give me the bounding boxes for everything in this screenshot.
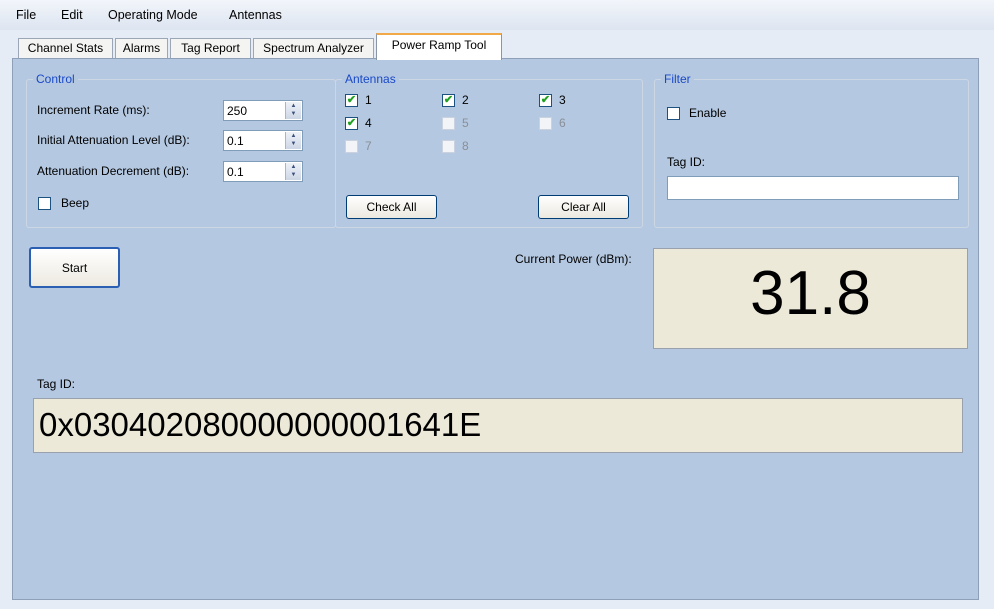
spinner-arrows-icon[interactable]: ▲ ▼	[285, 102, 301, 119]
tag-id-label: Tag ID:	[37, 377, 76, 391]
tab-alarms[interactable]: Alarms	[115, 38, 168, 58]
check-all-button[interactable]: Check All	[346, 195, 437, 219]
spinner-arrows-icon[interactable]: ▲ ▼	[285, 132, 301, 149]
antennas-group-title: Antennas	[342, 72, 399, 86]
current-power-value: 31.8	[750, 259, 871, 328]
attenuation-decrement-value: 0.1	[227, 165, 244, 179]
increment-rate-label: Increment Rate (ms):	[37, 103, 150, 117]
attenuation-decrement-spinner[interactable]: 0.1 ▲ ▼	[223, 161, 303, 182]
antenna-label-8: 8	[462, 139, 469, 153]
antenna-checkbox-8[interactable]	[442, 140, 455, 153]
menu-antennas[interactable]: Antennas	[229, 8, 282, 22]
antenna-checkbox-3[interactable]: ✔	[539, 94, 552, 107]
antenna-checkbox-7[interactable]	[345, 140, 358, 153]
menu-file[interactable]: File	[16, 8, 36, 22]
tag-id-display: 0x030402080000000001641E	[33, 398, 963, 453]
initial-attenuation-spinner[interactable]: 0.1 ▲ ▼	[223, 130, 303, 151]
current-power-display: 31.8	[653, 248, 968, 349]
antenna-checkbox-5[interactable]	[442, 117, 455, 130]
increment-rate-value: 250	[227, 104, 248, 118]
antenna-label-2: 2	[462, 93, 469, 107]
clear-all-button[interactable]: Clear All	[538, 195, 629, 219]
antenna-checkbox-1[interactable]: ✔	[345, 94, 358, 107]
antenna-checkbox-2[interactable]: ✔	[442, 94, 455, 107]
control-group: Control Increment Rate (ms): 250 ▲ ▼ Init…	[26, 72, 336, 228]
filter-tag-id-input[interactable]	[667, 176, 959, 200]
antenna-checkbox-6[interactable]	[539, 117, 552, 130]
filter-enable-label: Enable	[689, 106, 727, 120]
antenna-label-7: 7	[365, 139, 372, 153]
tab-power-ramp-tool[interactable]: Power Ramp Tool	[376, 33, 502, 60]
power-ramp-tool-page: Control Increment Rate (ms): 250 ▲ ▼ Init…	[12, 58, 979, 600]
antenna-label-4: 4	[365, 116, 372, 130]
current-power-label: Current Power (dBm):	[515, 252, 632, 266]
start-button[interactable]: Start	[29, 247, 120, 288]
attenuation-decrement-label: Attenuation Decrement (dB):	[37, 164, 190, 178]
initial-attenuation-value: 0.1	[227, 134, 244, 148]
filter-tag-id-label: Tag ID:	[667, 155, 706, 169]
control-group-title: Control	[33, 72, 78, 86]
increment-rate-spinner[interactable]: 250 ▲ ▼	[223, 100, 303, 121]
tag-id-value: 0x030402080000000001641E	[39, 406, 482, 443]
antenna-label-5: 5	[462, 116, 469, 130]
spinner-arrows-icon[interactable]: ▲ ▼	[285, 163, 301, 180]
antenna-label-1: 1	[365, 93, 372, 107]
filter-group: Filter Enable Tag ID:	[654, 72, 969, 228]
tab-strip: Channel Stats Alarms Tag Report Spectrum…	[0, 30, 994, 60]
beep-label: Beep	[61, 196, 90, 210]
antenna-label-6: 6	[559, 116, 566, 130]
tab-tag-report[interactable]: Tag Report	[170, 38, 251, 58]
antenna-checkbox-4[interactable]: ✔	[345, 117, 358, 130]
filter-enable-checkbox[interactable]	[667, 107, 680, 120]
tab-spectrum-analyzer[interactable]: Spectrum Analyzer	[253, 38, 374, 58]
tab-channel-stats[interactable]: Channel Stats	[18, 38, 113, 58]
menu-edit[interactable]: Edit	[61, 8, 83, 22]
beep-checkbox[interactable]	[38, 197, 51, 210]
menu-bar: File Edit Operating Mode Antennas	[0, 0, 994, 30]
filter-group-title: Filter	[661, 72, 694, 86]
initial-attenuation-label: Initial Attenuation Level (dB):	[37, 133, 190, 147]
menu-operating-mode[interactable]: Operating Mode	[108, 8, 198, 22]
antenna-label-3: 3	[559, 93, 566, 107]
antennas-group: Antennas ✔ 1 ✔ 2 ✔ 3 ✔ 4 5 6 7 8 Check All Clear Al…	[335, 72, 643, 228]
